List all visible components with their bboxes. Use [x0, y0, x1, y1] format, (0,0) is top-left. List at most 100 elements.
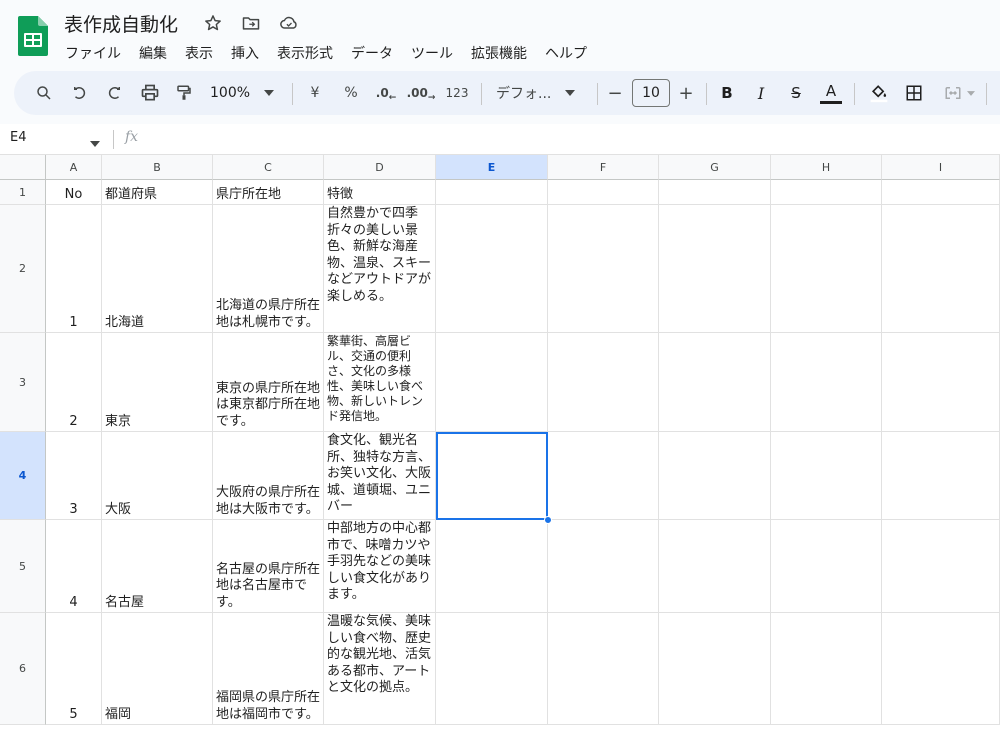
cloud-saved-icon[interactable] [278, 12, 300, 34]
sheets-logo-icon[interactable] [18, 16, 48, 56]
font-size-input[interactable]: 10 [632, 79, 670, 107]
cell-d4[interactable]: 食文化、観光名所、独特な方言、お笑い文化、大阪城、道頓堀、ユニバー [324, 432, 436, 520]
cell-b6[interactable]: 福岡 [102, 613, 213, 725]
cell-g4[interactable] [659, 432, 771, 520]
column-header-i[interactable]: I [882, 155, 1000, 180]
fill-handle[interactable] [544, 516, 552, 524]
cell-f5[interactable] [548, 520, 659, 613]
cell-d1[interactable]: 特徴 [324, 180, 436, 205]
cell-i4[interactable] [882, 432, 1000, 520]
cell-i1[interactable] [882, 180, 1000, 205]
row-header-1[interactable]: 1 [0, 180, 46, 205]
cell-g3[interactable] [659, 333, 771, 432]
cell-c5[interactable]: 名古屋の県庁所在地は名古屋市です。 [213, 520, 324, 613]
name-box[interactable]: E4 [10, 130, 27, 145]
increase-font-size-button[interactable]: + [676, 79, 696, 107]
format-percent-button[interactable]: % [340, 79, 362, 107]
cell-a4[interactable]: 3 [46, 432, 102, 520]
cell-f2[interactable] [548, 205, 659, 333]
cell-i6[interactable] [882, 613, 1000, 725]
cell-e3[interactable] [436, 333, 548, 432]
menu-edit[interactable]: 編集 [130, 41, 176, 65]
cell-f1[interactable] [548, 180, 659, 205]
cell-h6[interactable] [771, 613, 882, 725]
cell-d6[interactable]: 温暖な気候、美味しい食べ物、歴史的な観光地、活気ある都市、アートと文化の拠点。 [324, 613, 436, 725]
cell-b3[interactable]: 東京 [102, 333, 213, 432]
borders-icon[interactable] [902, 79, 926, 107]
cell-c6[interactable]: 福岡県の県庁所在地は福岡市です。 [213, 613, 324, 725]
cell-a6[interactable]: 5 [46, 613, 102, 725]
cell-h2[interactable] [771, 205, 882, 333]
cell-d3[interactable]: 繁華街、高層ビル、交通の便利さ、文化の多様性、美味しい食べ物、新しいトレンド発信… [324, 333, 436, 432]
cell-a2[interactable]: 1 [46, 205, 102, 333]
strikethrough-button[interactable]: S [784, 79, 808, 107]
cell-e1[interactable] [436, 180, 548, 205]
more-formats-button[interactable]: 123 [444, 79, 470, 107]
row-header-4[interactable]: 4 [0, 432, 46, 520]
select-all-corner[interactable] [0, 155, 46, 180]
row-header-5[interactable]: 5 [0, 520, 46, 613]
fill-color-icon[interactable] [866, 79, 892, 107]
menu-tools[interactable]: ツール [402, 41, 462, 65]
cell-i5[interactable] [882, 520, 1000, 613]
cell-d2[interactable]: 自然豊かで四季折々の美しい景色、新鮮な海産物、温泉、スキーなどアウトドアが楽しめ… [324, 205, 436, 333]
move-folder-icon[interactable] [240, 12, 262, 34]
cell-e4[interactable] [436, 432, 548, 520]
cell-i2[interactable] [882, 205, 1000, 333]
italic-button[interactable]: I [750, 79, 772, 107]
cell-h5[interactable] [771, 520, 882, 613]
row-header-2[interactable]: 2 [0, 205, 46, 333]
format-currency-button[interactable]: ¥ [304, 79, 326, 107]
column-header-b[interactable]: B [102, 155, 213, 180]
increase-decimal-button[interactable]: .00 → [406, 79, 436, 107]
cell-h4[interactable] [771, 432, 882, 520]
undo-icon[interactable] [68, 79, 92, 107]
cell-h1[interactable] [771, 180, 882, 205]
star-icon[interactable] [202, 12, 224, 34]
cell-b4[interactable]: 大阪 [102, 432, 213, 520]
cell-g1[interactable] [659, 180, 771, 205]
bold-button[interactable]: B [716, 79, 738, 107]
cell-e2[interactable] [436, 205, 548, 333]
cell-f4[interactable] [548, 432, 659, 520]
cell-h3[interactable] [771, 333, 882, 432]
redo-icon[interactable] [102, 79, 126, 107]
cell-b5[interactable]: 名古屋 [102, 520, 213, 613]
menu-format[interactable]: 表示形式 [268, 41, 342, 65]
cell-a3[interactable]: 2 [46, 333, 102, 432]
merge-cells-icon[interactable] [938, 79, 980, 107]
menu-help[interactable]: ヘルプ [536, 41, 596, 65]
menu-data[interactable]: データ [342, 41, 402, 65]
cell-e6[interactable] [436, 613, 548, 725]
cell-d5[interactable]: 中部地方の中心都市で、味噌カツや手羽先などの美味しい食文化があります。 [324, 520, 436, 613]
cell-b2[interactable]: 北海道 [102, 205, 213, 333]
cell-g6[interactable] [659, 613, 771, 725]
zoom-select[interactable]: 100% [210, 79, 282, 107]
menu-insert[interactable]: 挿入 [222, 41, 268, 65]
column-header-a[interactable]: A [46, 155, 102, 180]
cell-c3[interactable]: 東京の県庁所在地は東京都庁所在地です。 [213, 333, 324, 432]
cell-a5[interactable]: 4 [46, 520, 102, 613]
cell-c2[interactable]: 北海道の県庁所在地は札幌市です。 [213, 205, 324, 333]
column-header-d[interactable]: D [324, 155, 436, 180]
decrease-font-size-button[interactable]: − [605, 79, 625, 107]
paint-format-icon[interactable] [172, 79, 196, 107]
row-header-6[interactable]: 6 [0, 613, 46, 725]
menu-file[interactable]: ファイル [56, 41, 130, 65]
document-title[interactable]: 表作成自動化 [64, 10, 178, 37]
column-header-e[interactable]: E [436, 155, 548, 180]
row-header-3[interactable]: 3 [0, 333, 46, 432]
decrease-decimal-button[interactable]: .0 ← [372, 79, 400, 107]
chevron-down-icon[interactable] [90, 132, 100, 151]
column-header-f[interactable]: F [548, 155, 659, 180]
print-icon[interactable] [138, 79, 162, 107]
cell-c4[interactable]: 大阪府の県庁所在地は大阪市です。 [213, 432, 324, 520]
cell-g2[interactable] [659, 205, 771, 333]
search-menus-icon[interactable] [32, 79, 56, 107]
cell-a1[interactable]: No [46, 180, 102, 205]
text-color-button[interactable]: A [818, 79, 844, 107]
column-header-c[interactable]: C [213, 155, 324, 180]
menu-extensions[interactable]: 拡張機能 [462, 41, 536, 65]
cell-e5[interactable] [436, 520, 548, 613]
cell-c1[interactable]: 県庁所在地 [213, 180, 324, 205]
